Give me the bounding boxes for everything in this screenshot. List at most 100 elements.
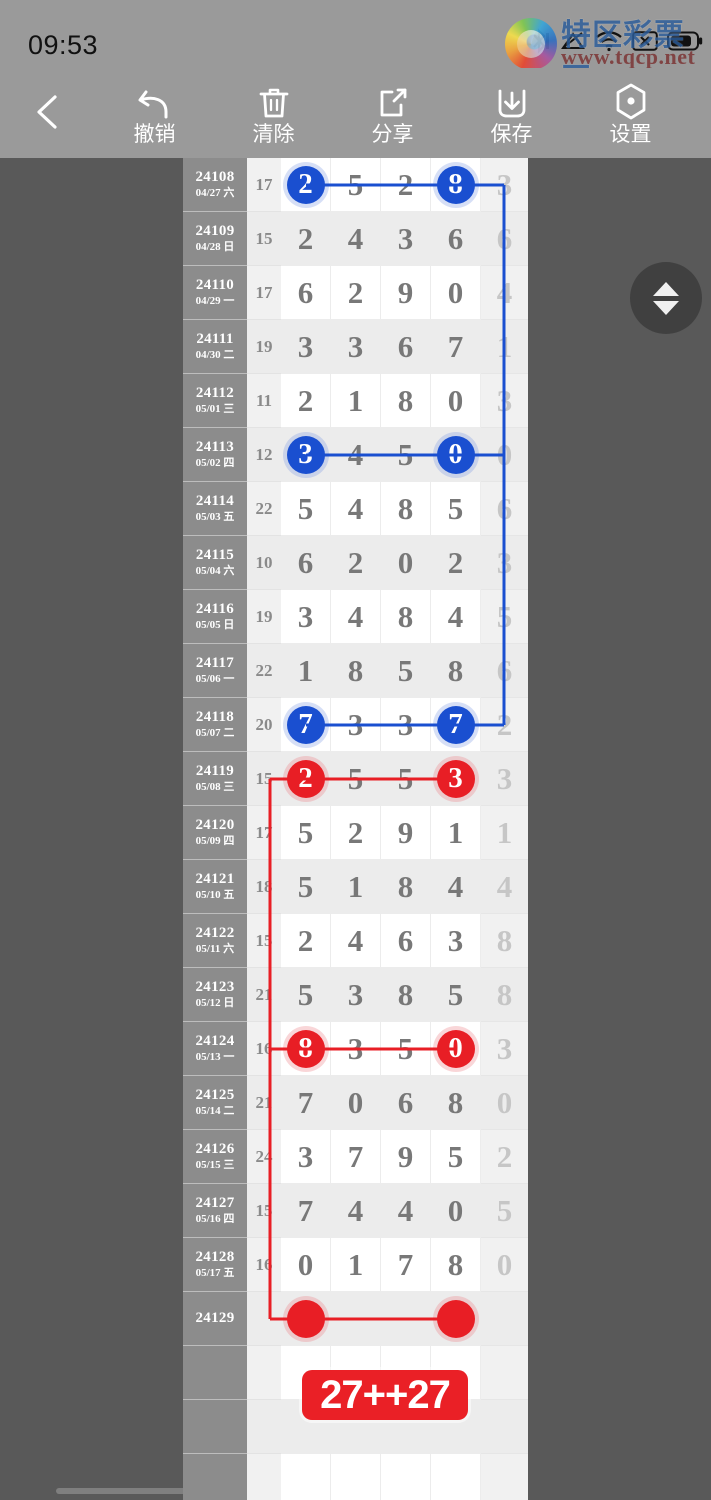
share-button[interactable]: 分享	[333, 82, 452, 145]
digit-cell[interactable]: 7	[281, 1076, 331, 1130]
digit-cell[interactable]: 4	[331, 212, 381, 266]
digit-cell[interactable]: 1	[331, 860, 381, 914]
digit-cell[interactable]: 3	[281, 1130, 331, 1184]
marked-ball[interactable]: 8	[286, 1029, 325, 1068]
digit-cell[interactable]: 7	[431, 320, 481, 374]
digit-cell[interactable]: 4	[331, 914, 381, 968]
digit-cell[interactable]: 5	[431, 968, 481, 1022]
digit-cell[interactable]: 8	[281, 1022, 331, 1076]
digit-cell[interactable]: 4	[381, 1184, 431, 1238]
marked-ball[interactable]: 7	[286, 705, 325, 744]
digit-cell[interactable]: 3	[431, 752, 481, 806]
digit-cell[interactable]: 7	[381, 1238, 431, 1292]
undo-button[interactable]: 撤销	[95, 82, 214, 145]
digit-cell[interactable]: 2	[281, 374, 331, 428]
table-row[interactable]: 24108 04/27 六 17 2 5 2 8 3	[183, 158, 528, 212]
digit-cell[interactable]: 7	[431, 698, 481, 752]
digit-cell[interactable]: 1	[281, 644, 331, 698]
digit-cell[interactable]: 8	[331, 644, 381, 698]
digit-cell[interactable]: 2	[331, 536, 381, 590]
digit-cell[interactable]: 8	[381, 482, 431, 536]
digit-cell[interactable]	[331, 1454, 381, 1500]
digit-cell[interactable]: 0	[331, 1076, 381, 1130]
digit-cell[interactable]: 0	[431, 266, 481, 320]
marked-ball[interactable]	[436, 1299, 475, 1338]
digit-cell[interactable]: 8	[431, 1238, 481, 1292]
marked-ball[interactable]: 0	[436, 435, 475, 474]
digit-cell[interactable]	[431, 1292, 481, 1346]
digit-cell[interactable]: 8	[381, 590, 431, 644]
table-row[interactable]: 24116 05/05 日 19 3 4 8 4 5	[183, 590, 528, 644]
digit-cell[interactable]: 3	[381, 698, 431, 752]
table-row[interactable]: 24111 04/30 二 19 3 3 6 7 1	[183, 320, 528, 374]
digit-cell[interactable]: 0	[431, 1022, 481, 1076]
digit-cell[interactable]: 4	[331, 482, 381, 536]
digit-cell[interactable]: 6	[431, 212, 481, 266]
digit-cell[interactable]: 9	[381, 806, 431, 860]
digit-cell[interactable]: 3	[331, 698, 381, 752]
digit-cell[interactable]: 2	[331, 266, 381, 320]
table-row[interactable]: 24126 05/15 三 24 3 7 9 5 2	[183, 1130, 528, 1184]
digit-cell[interactable]: 3	[431, 914, 481, 968]
digit-cell[interactable]: 2	[381, 158, 431, 212]
save-button[interactable]: 保存	[452, 82, 571, 145]
digit-cell[interactable]: 3	[281, 428, 331, 482]
digit-cell[interactable]: 9	[381, 266, 431, 320]
marked-ball[interactable]	[286, 1299, 325, 1338]
digit-cell[interactable]: 2	[281, 914, 331, 968]
digit-cell[interactable]: 3	[331, 1022, 381, 1076]
table-row[interactable]: 24114 05/03 五 22 5 4 8 5 6	[183, 482, 528, 536]
digit-cell[interactable]: 8	[381, 860, 431, 914]
digit-cell[interactable]: 5	[331, 752, 381, 806]
table-row[interactable]: 24117 05/06 一 22 1 8 5 8 6	[183, 644, 528, 698]
digit-cell[interactable]: 7	[331, 1130, 381, 1184]
digit-cell[interactable]: 0	[381, 536, 431, 590]
digit-cell[interactable]: 8	[381, 374, 431, 428]
digit-cell[interactable]: 3	[331, 968, 381, 1022]
digit-cell[interactable]: 3	[281, 590, 331, 644]
table-row[interactable]: 24113 05/02 四 12 3 4 5 0 0	[183, 428, 528, 482]
digit-cell[interactable]: 6	[381, 320, 431, 374]
digit-cell[interactable]: 2	[431, 536, 481, 590]
marked-ball[interactable]: 2	[286, 759, 325, 798]
digit-cell[interactable]: 5	[381, 428, 431, 482]
table-row[interactable]: 24120 05/09 四 17 5 2 9 1 1	[183, 806, 528, 860]
digit-cell[interactable]: 1	[431, 806, 481, 860]
digit-cell[interactable]: 3	[281, 320, 331, 374]
digit-cell[interactable]: 3	[381, 212, 431, 266]
lottery-grid[interactable]: 24108 04/27 六 17 2 5 2 8 3 24109 04/28 日 15 2 4 3 6 6 24…	[183, 158, 528, 1500]
digit-cell[interactable]: 9	[381, 1130, 431, 1184]
table-row[interactable]: 24112 05/01 三 11 2 1 8 0 3	[183, 374, 528, 428]
digit-cell[interactable]: 8	[431, 1076, 481, 1130]
back-button[interactable]	[0, 93, 95, 133]
digit-cell[interactable]: 2	[281, 158, 331, 212]
digit-cell[interactable]: 4	[331, 1184, 381, 1238]
digit-cell[interactable]	[281, 1454, 331, 1500]
digit-cell[interactable]	[431, 1454, 481, 1500]
triangle-down-icon[interactable]	[653, 300, 679, 315]
table-row[interactable]: 24129	[183, 1292, 528, 1346]
digit-cell[interactable]: 4	[331, 590, 381, 644]
triangle-up-icon[interactable]	[653, 281, 679, 296]
digit-cell[interactable]: 5	[281, 482, 331, 536]
digit-cell[interactable]: 5	[281, 806, 331, 860]
digit-cell[interactable]: 6	[381, 914, 431, 968]
table-row[interactable]: 24127 05/16 四 15 7 4 4 0 5	[183, 1184, 528, 1238]
digit-cell[interactable]: 2	[331, 806, 381, 860]
table-row[interactable]: 24124 05/13 一 16 8 3 5 0 3	[183, 1022, 528, 1076]
digit-cell[interactable]: 4	[331, 428, 381, 482]
table-row[interactable]: 24110 04/29 一 17 6 2 9 0 4	[183, 266, 528, 320]
digit-cell[interactable]: 2	[281, 212, 331, 266]
digit-cell[interactable]: 6	[281, 266, 331, 320]
digit-cell[interactable]: 3	[331, 320, 381, 374]
marked-ball[interactable]: 8	[436, 165, 475, 204]
digit-cell[interactable]: 5	[381, 1022, 431, 1076]
digit-cell[interactable]: 5	[381, 752, 431, 806]
digit-cell[interactable]: 0	[281, 1238, 331, 1292]
digit-cell[interactable]	[331, 1292, 381, 1346]
horizontal-scrollbar[interactable]	[56, 1488, 246, 1494]
table-row[interactable]: 24119 05/08 三 15 2 5 5 3 3	[183, 752, 528, 806]
digit-cell[interactable]: 5	[431, 1130, 481, 1184]
digit-cell[interactable]: 0	[431, 374, 481, 428]
digit-cell[interactable]: 4	[431, 860, 481, 914]
